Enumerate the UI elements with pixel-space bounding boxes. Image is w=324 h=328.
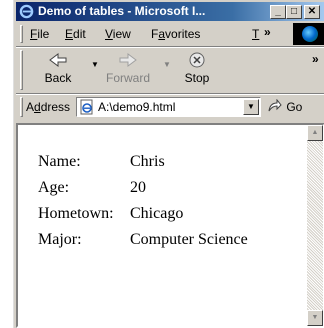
menubar-grip[interactable] [20, 25, 23, 43]
windows-logo-throbber-icon [293, 23, 324, 45]
address-bar: Address A:\demo9.html ▼ Go [16, 95, 324, 119]
go-arrow-icon [268, 98, 282, 112]
stop-button[interactable]: Stop [169, 50, 225, 90]
row-value: Computer Science [130, 231, 248, 248]
window-title: Demo of tables - Microsoft I... [38, 4, 206, 18]
ie-page-icon [80, 99, 93, 115]
address-value: A:\demo9.html [98, 100, 176, 114]
menu-edit[interactable]: Edit [65, 27, 86, 41]
row-value: 20 [130, 179, 146, 196]
stop-icon [189, 52, 205, 68]
table-row: Hometown: Chicago [38, 205, 248, 231]
menu-file[interactable]: File [30, 27, 49, 41]
go-button[interactable]: Go [267, 98, 302, 114]
browser-window: Demo of tables - Microsoft I... _ □ ✕ Fi… [13, 0, 324, 328]
scroll-up-button[interactable]: ▲ [307, 125, 323, 141]
addressbar-grip[interactable] [20, 97, 23, 117]
close-button[interactable]: ✕ [304, 5, 320, 19]
maximize-button[interactable]: □ [286, 5, 302, 19]
row-key: Name: [38, 153, 81, 170]
toolbar-grip[interactable] [20, 50, 23, 90]
menu-overflow-button[interactable]: » [264, 25, 271, 39]
forward-arrow-icon [119, 53, 137, 67]
vertical-scrollbar[interactable]: ▲ ▼ [307, 125, 323, 326]
menu-bar: File Edit View Favorites T » [16, 23, 324, 45]
table-row: Age: 20 [38, 179, 248, 205]
address-label: Address [26, 100, 71, 114]
row-value: Chris [130, 153, 165, 170]
table-row: Name: Chris [38, 153, 248, 179]
row-value: Chicago [130, 205, 184, 222]
row-key: Age: [38, 179, 70, 196]
standard-toolbar: Back ▼ Forward ▼ Stop » [16, 48, 324, 92]
forward-button[interactable]: Forward [98, 50, 158, 90]
menu-tools[interactable]: T [252, 27, 259, 41]
demo-table: Name: Chris Age: 20 Hometown: Chicago Ma… [38, 153, 248, 257]
address-input[interactable]: A:\demo9.html ▼ [76, 97, 261, 117]
toolbar-overflow-button[interactable]: » [312, 52, 319, 66]
title-bar[interactable]: Demo of tables - Microsoft I... _ □ ✕ [16, 2, 324, 21]
row-key: Hometown: [38, 205, 114, 222]
scroll-down-button[interactable]: ▼ [307, 310, 323, 326]
ie-logo-icon [19, 4, 34, 19]
table-row: Major: Computer Science [38, 231, 248, 257]
menu-view[interactable]: View [105, 27, 131, 41]
minimize-button[interactable]: _ [270, 5, 286, 19]
back-button[interactable]: Back [28, 50, 88, 90]
page-content[interactable]: Name: Chris Age: 20 Hometown: Chicago Ma… [16, 123, 324, 328]
menu-favorites[interactable]: Favorites [151, 27, 200, 41]
back-arrow-icon [49, 53, 67, 67]
address-dropdown-button[interactable]: ▼ [243, 99, 259, 115]
row-key: Major: [38, 231, 82, 248]
